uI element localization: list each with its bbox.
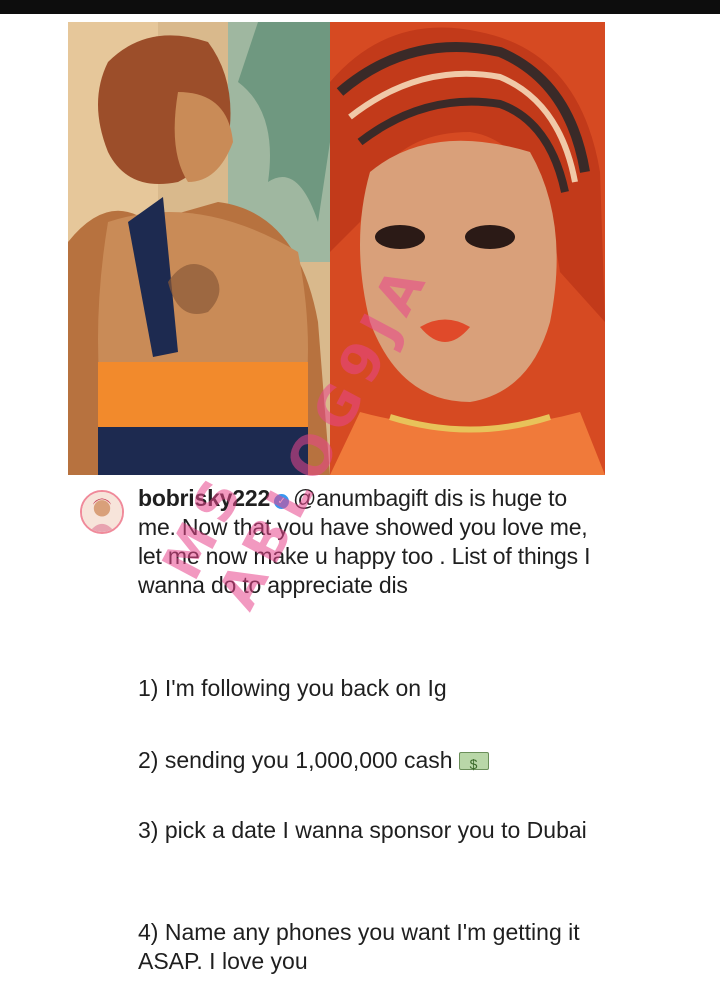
username-link[interactable]: bobrisky222 <box>138 485 270 511</box>
dollar-banknote-icon <box>458 750 489 779</box>
verified-badge-icon: ✓ <box>274 494 290 509</box>
list-item: 2) sending you 1,000,000 cash <box>138 746 489 779</box>
list-item: 1) I'm following you back on Ig <box>138 675 447 701</box>
left-photo <box>68 22 330 475</box>
profile-avatar[interactable] <box>80 490 124 534</box>
mention-link[interactable]: @anumbagift <box>293 485 428 511</box>
post-caption-block: bobrisky222 ✓ @anumbagift dis is huge to m… <box>68 478 668 988</box>
caption-text: bobrisky222 ✓ @anumbagift dis is huge to m… <box>138 484 608 600</box>
list-item-text: 2) sending you 1,000,000 cash <box>138 747 453 773</box>
right-photo <box>330 22 605 475</box>
list-item: 4) Name any phones you want I'm getting … <box>138 919 580 974</box>
list-item: 3) pick a date I wanna sponsor you to Du… <box>138 817 587 843</box>
top-bar <box>0 0 720 14</box>
